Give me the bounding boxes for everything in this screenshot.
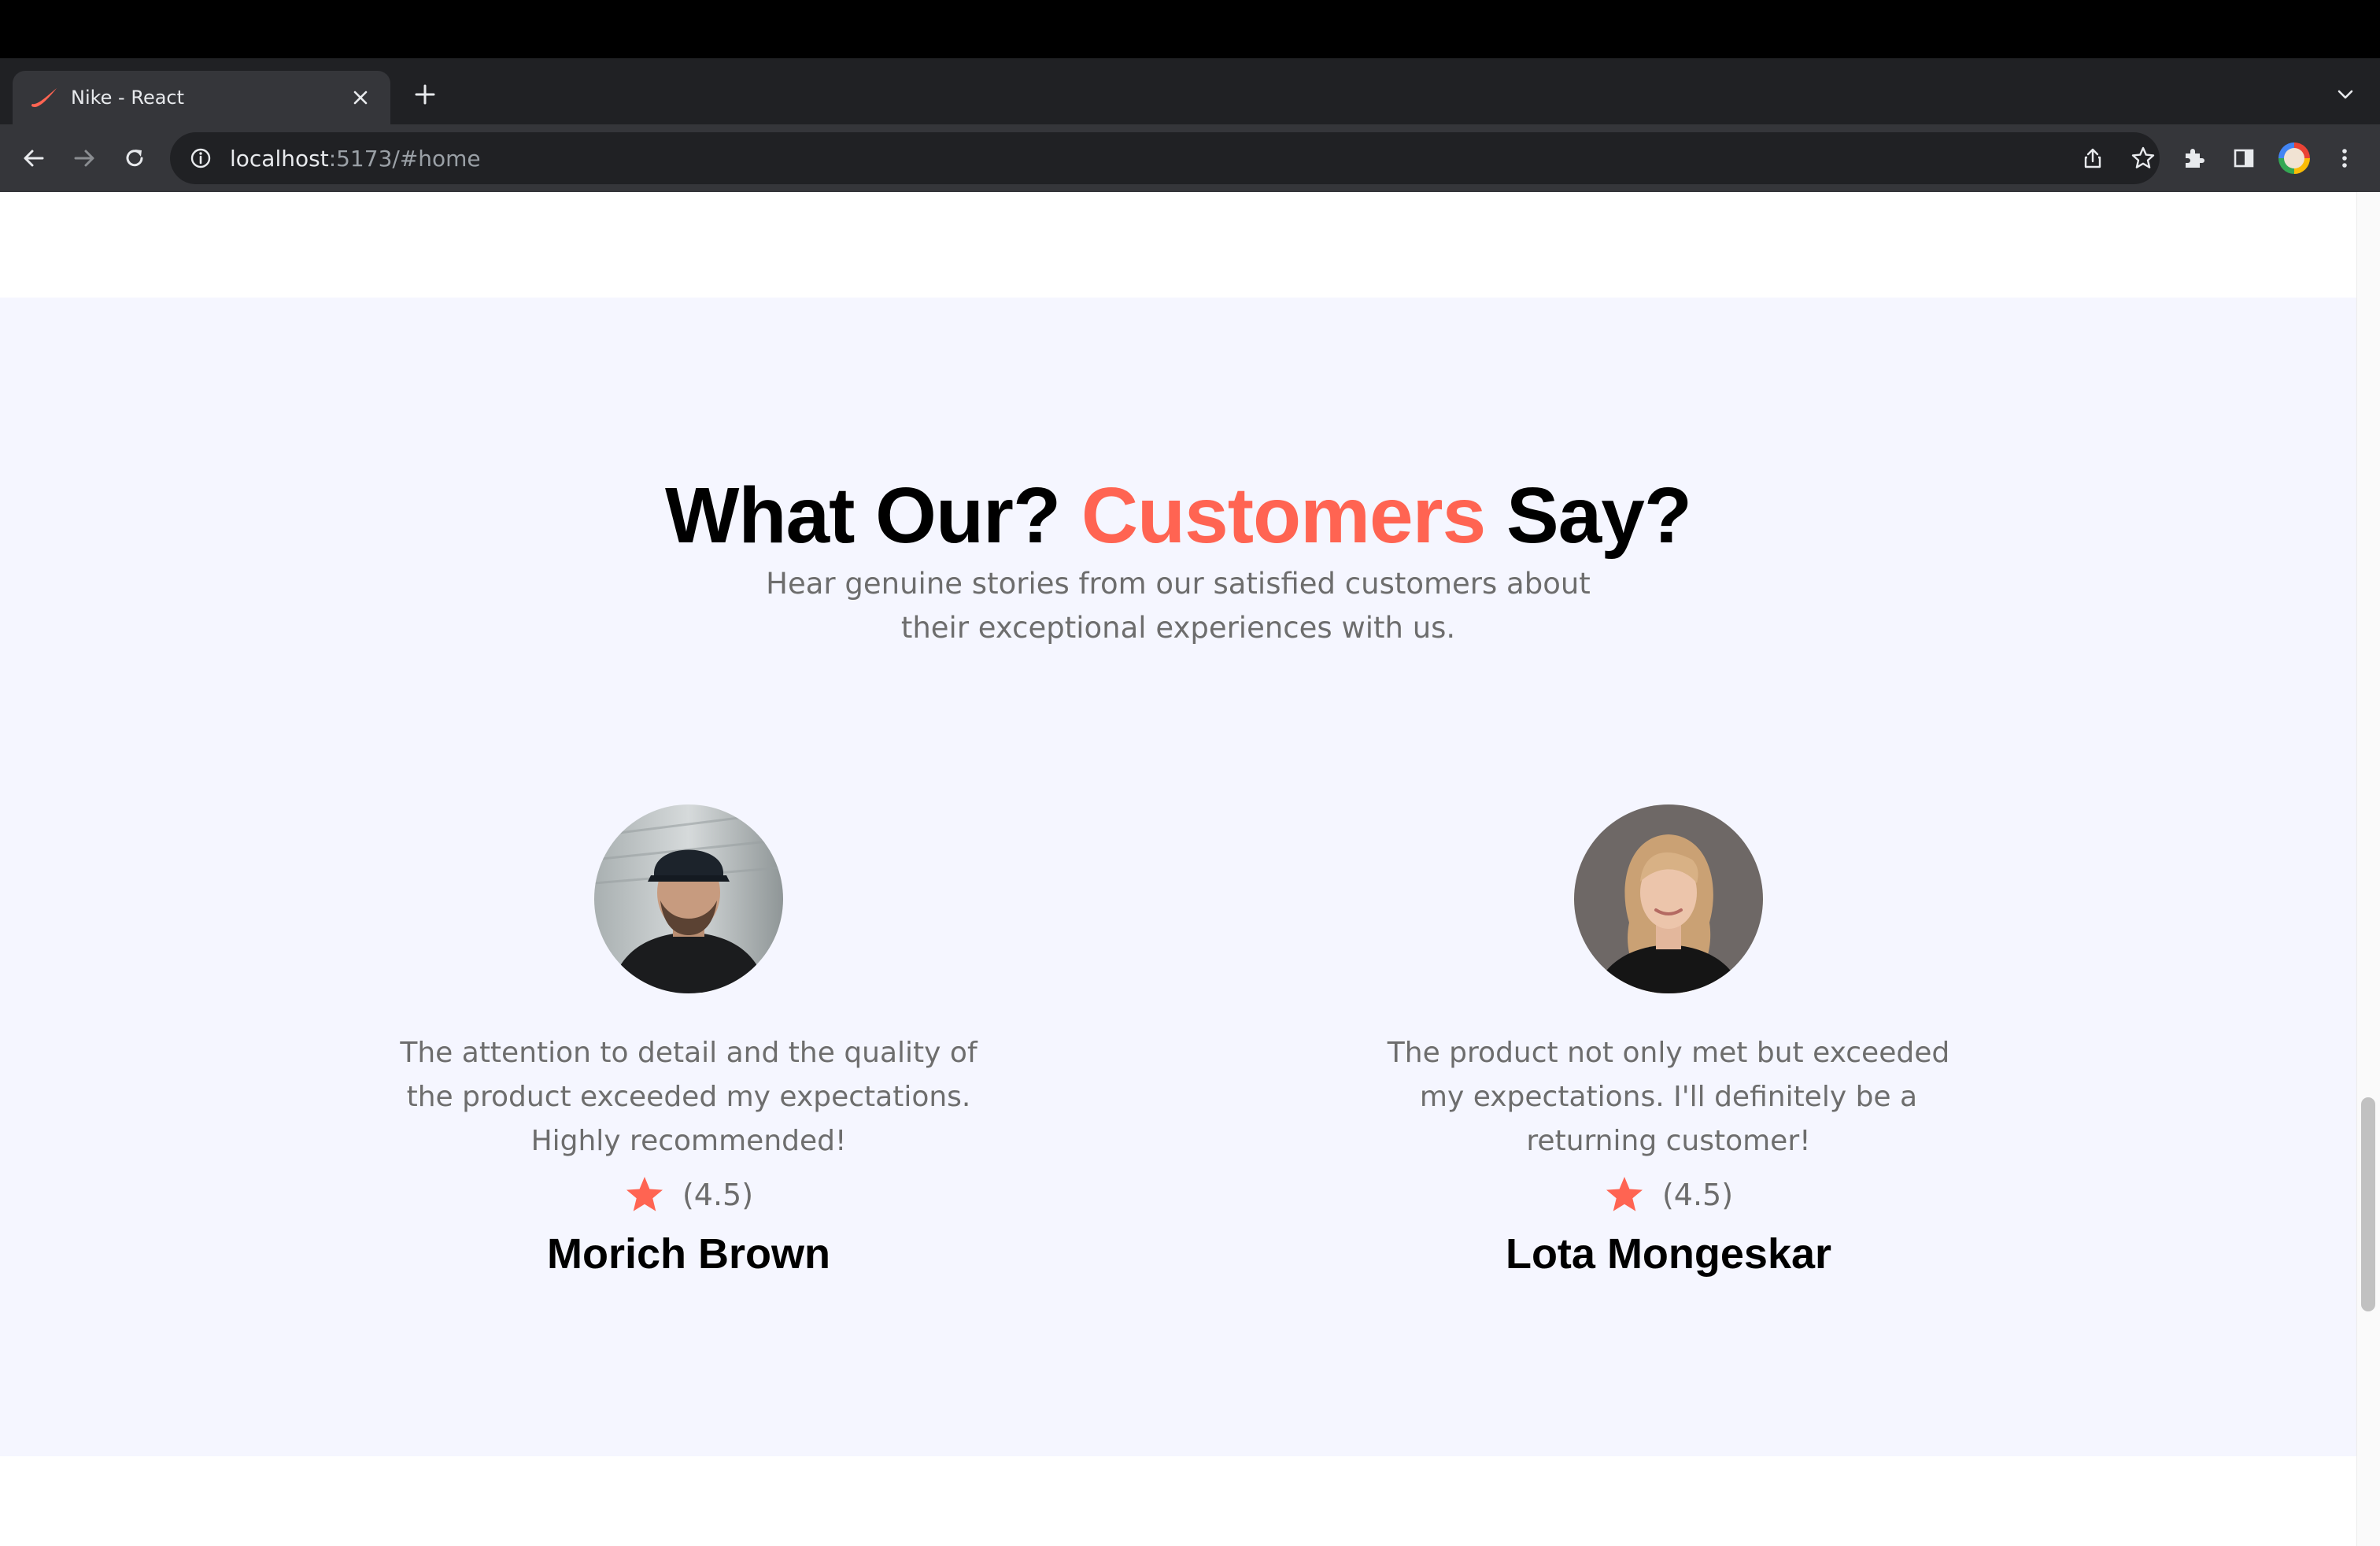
- customer-name: Lota Mongeskar: [1505, 1230, 1832, 1278]
- info-icon[interactable]: [187, 145, 214, 172]
- review-card: The attention to detail and the quality …: [350, 804, 1027, 1278]
- star-icon: [1606, 1177, 1643, 1211]
- tab-bar: Nike - React: [0, 58, 2380, 124]
- section-subheading: Hear genuine stories from our satisfied …: [766, 567, 1591, 645]
- section-heading: What Our? Customers Say?: [0, 471, 2356, 561]
- heading-suffix: Say?: [1485, 472, 1692, 560]
- customer-photo: [594, 804, 783, 993]
- review-card: The product not only met but exceeded my…: [1330, 804, 2007, 1278]
- browser-window: Nike - React localhost:5173/#home What O…: [0, 0, 2380, 1546]
- close-tab-icon[interactable]: [346, 83, 375, 112]
- rating-value: (4.5): [682, 1178, 754, 1212]
- back-arrow-icon[interactable]: [16, 140, 52, 176]
- customer-photo: [1574, 804, 1763, 993]
- reload-icon[interactable]: [116, 140, 153, 176]
- star-icon: [626, 1177, 663, 1211]
- address-bar[interactable]: localhost:5173/#home: [170, 132, 2160, 184]
- testimonials-section: What Our? Customers Say? Hear genuine st…: [0, 298, 2356, 1456]
- heading-highlight: Customers: [1081, 472, 1486, 560]
- url-path: :5173/#home: [328, 145, 481, 172]
- forward-arrow-icon[interactable]: [66, 140, 102, 176]
- page-viewport: What Our? Customers Say? Hear genuine st…: [0, 192, 2380, 1546]
- window-top-strip: [0, 0, 2380, 58]
- review-quote: The attention to detail and the quality …: [400, 1037, 978, 1157]
- rating: (4.5): [1330, 1174, 2007, 1215]
- nike-swoosh-icon: [30, 83, 58, 112]
- browser-toolbar: localhost:5173/#home: [0, 124, 2380, 192]
- profile-avatar[interactable]: [2276, 140, 2312, 176]
- customer-name: Morich Brown: [547, 1230, 830, 1278]
- extensions-puzzle-icon[interactable]: [2175, 140, 2212, 176]
- bookmark-star-icon[interactable]: [2125, 140, 2161, 176]
- browser-tab[interactable]: Nike - React: [13, 71, 390, 124]
- chevron-down-icon[interactable]: [2328, 77, 2363, 112]
- tab-title: Nike - React: [71, 87, 185, 109]
- heading-prefix: What Our?: [665, 472, 1081, 560]
- rating: (4.5): [350, 1174, 1027, 1215]
- url-text: localhost:5173/#home: [230, 146, 481, 172]
- new-tab-button[interactable]: [408, 77, 442, 112]
- scrollbar-track[interactable]: [2356, 192, 2380, 1546]
- review-quote: The product not only met but exceeded my…: [1387, 1037, 1950, 1157]
- scrollbar-thumb[interactable]: [2361, 1097, 2375, 1311]
- url-host: localhost: [230, 145, 329, 172]
- side-panel-icon[interactable]: [2226, 140, 2262, 176]
- kebab-menu-icon[interactable]: [2326, 140, 2363, 176]
- share-icon[interactable]: [2075, 140, 2111, 176]
- rating-value: (4.5): [1661, 1178, 1734, 1212]
